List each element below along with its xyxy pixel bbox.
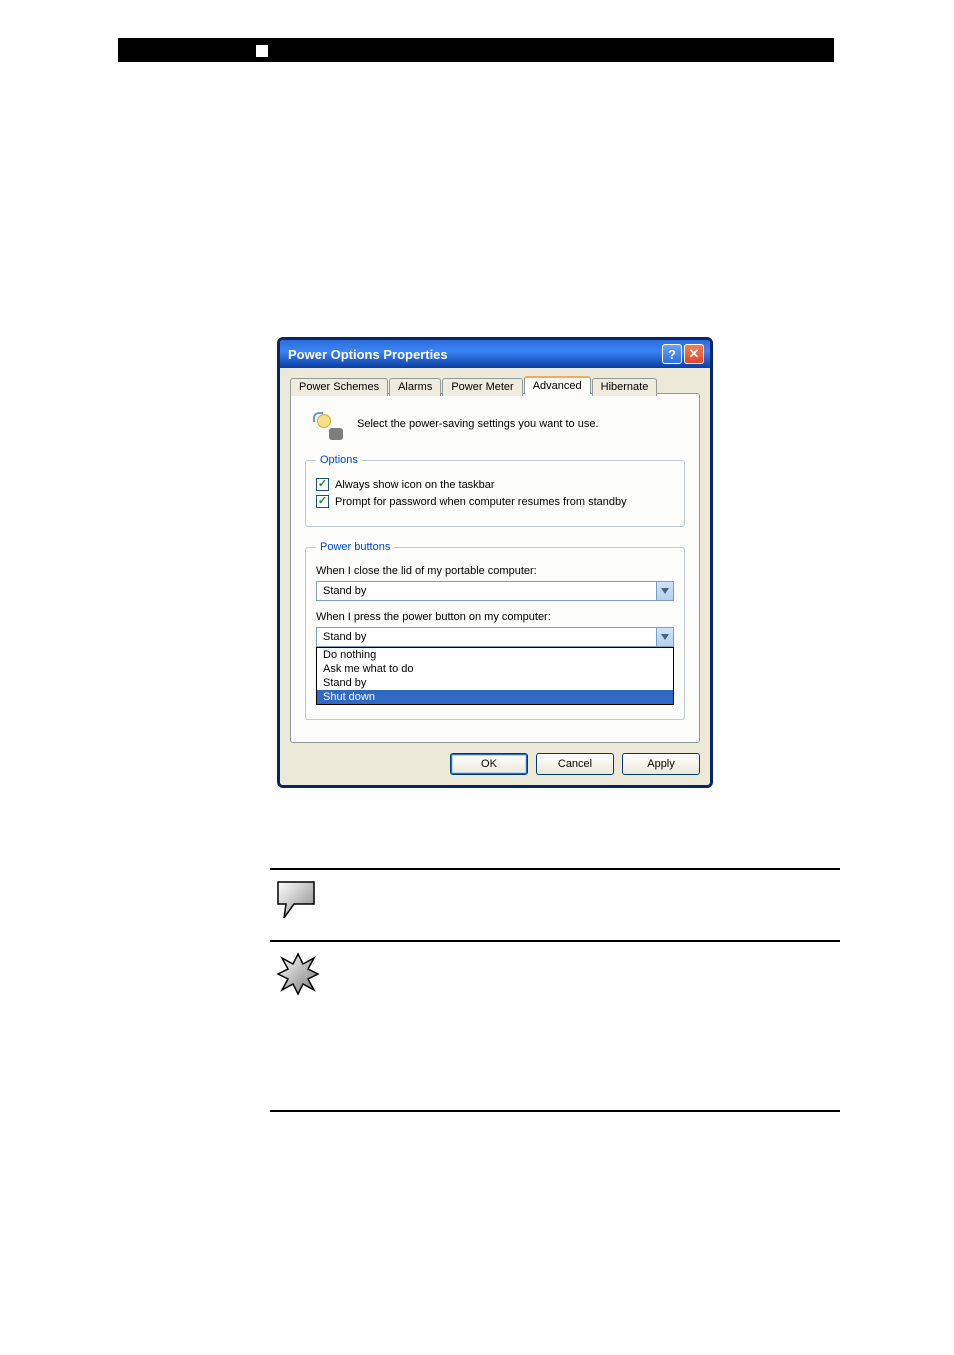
power-button-label: When I press the power button on my comp…: [316, 611, 674, 623]
power-options-dialog: Power Options Properties ? ✕ Power Schem…: [277, 337, 713, 788]
titlebar[interactable]: Power Options Properties ? ✕: [280, 340, 710, 368]
close-button[interactable]: ✕: [684, 344, 704, 364]
caution-burst-icon: [276, 952, 320, 996]
close-lid-label: When I close the lid of my portable comp…: [316, 565, 674, 577]
separator-line: [270, 868, 840, 870]
power-button-combo[interactable]: Stand by: [316, 627, 674, 647]
chevron-down-icon: [661, 588, 669, 594]
tab-strip: Power Schemes Alarms Power Meter Advance…: [290, 376, 700, 394]
dropdown-item-shut-down[interactable]: Shut down: [317, 690, 673, 704]
power-button-dropdown-list[interactable]: Do nothing Ask me what to do Stand by Sh…: [316, 647, 674, 705]
options-legend: Options: [316, 454, 362, 466]
power-plug-icon: [311, 408, 347, 440]
dialog-button-row: OK Cancel Apply: [290, 753, 700, 775]
power-buttons-group: Power buttons When I close the lid of my…: [305, 541, 685, 720]
apply-button[interactable]: Apply: [622, 753, 700, 775]
note-speech-bubble-icon: [276, 880, 320, 924]
checkbox-prompt-password[interactable]: ✓: [316, 495, 329, 508]
tab-panel-advanced: Select the power-saving settings you wan…: [290, 393, 700, 743]
close-lid-value: Stand by: [317, 585, 656, 597]
page-header-bar: [118, 38, 834, 62]
close-lid-dropdown-button[interactable]: [656, 582, 673, 600]
close-lid-combo[interactable]: Stand by: [316, 581, 674, 601]
dropdown-item-ask[interactable]: Ask me what to do: [317, 662, 673, 676]
intro-text: Select the power-saving settings you wan…: [357, 418, 599, 430]
power-button-value: Stand by: [317, 631, 656, 643]
dropdown-item-do-nothing[interactable]: Do nothing: [317, 648, 673, 662]
help-button[interactable]: ?: [662, 344, 682, 364]
checkbox-prompt-password-label: Prompt for password when computer resume…: [335, 496, 627, 508]
dialog-body: Power Schemes Alarms Power Meter Advance…: [280, 368, 710, 785]
dropdown-item-stand-by[interactable]: Stand by: [317, 676, 673, 690]
header-marker: [256, 45, 268, 57]
tab-hibernate[interactable]: Hibernate: [592, 378, 658, 396]
separator-line: [270, 940, 840, 942]
tab-power-meter[interactable]: Power Meter: [442, 378, 522, 396]
tab-alarms[interactable]: Alarms: [389, 378, 441, 396]
tab-power-schemes[interactable]: Power Schemes: [290, 378, 388, 396]
separator-line: [270, 1110, 840, 1112]
options-group: Options ✓ Always show icon on the taskba…: [305, 454, 685, 527]
tab-advanced[interactable]: Advanced: [524, 376, 591, 394]
dialog-title: Power Options Properties: [288, 347, 660, 362]
cancel-button[interactable]: Cancel: [536, 753, 614, 775]
ok-button[interactable]: OK: [450, 753, 528, 775]
checkbox-show-icon-label: Always show icon on the taskbar: [335, 479, 495, 491]
power-buttons-legend: Power buttons: [316, 541, 394, 553]
checkbox-show-icon[interactable]: ✓: [316, 478, 329, 491]
chevron-down-icon: [661, 634, 669, 640]
power-button-dropdown-button[interactable]: [656, 628, 673, 646]
